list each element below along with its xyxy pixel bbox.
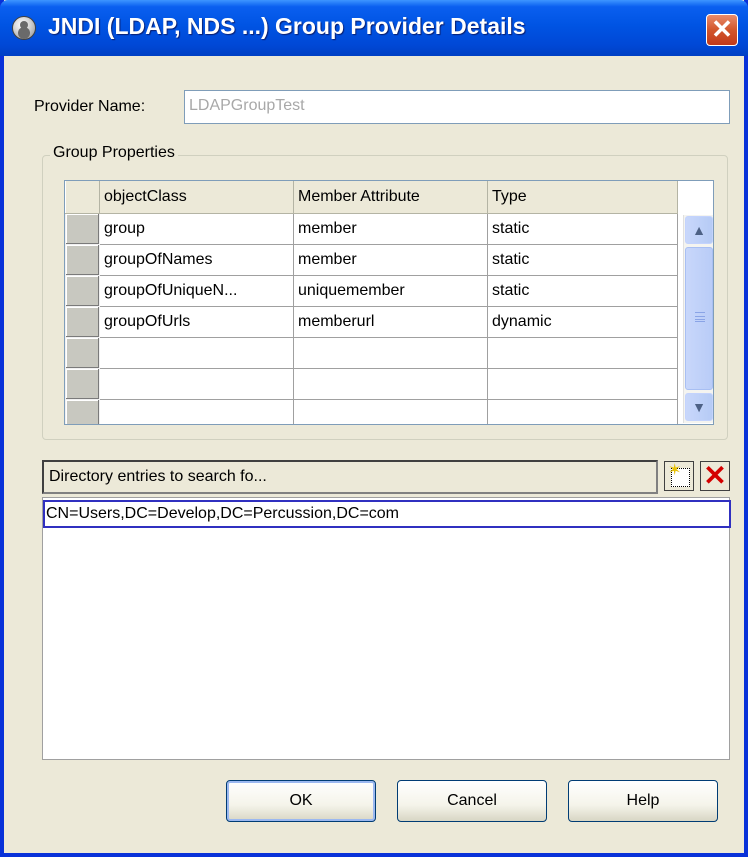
- close-button[interactable]: ✕: [706, 14, 738, 46]
- table-vertical-scrollbar[interactable]: ▲ ▼: [683, 215, 713, 423]
- group-users-icon: [12, 16, 36, 40]
- row-header[interactable]: [65, 336, 100, 369]
- ok-button[interactable]: OK: [226, 780, 376, 822]
- table-cell[interactable]: uniquemember: [293, 275, 488, 307]
- table-row[interactable]: groupOfUniqueN... uniquemember static: [65, 274, 678, 307]
- directory-entries-list: CN=Users,DC=Develop,DC=Percussion,DC=com: [42, 497, 731, 760]
- row-header[interactable]: [65, 274, 100, 307]
- table-cell[interactable]: [293, 337, 488, 369]
- grip-icon: [695, 312, 705, 322]
- delete-entry-icon[interactable]: ✕: [700, 461, 730, 491]
- table-cell[interactable]: dynamic: [487, 306, 678, 338]
- cancel-button[interactable]: Cancel: [397, 780, 547, 822]
- table-row[interactable]: [65, 398, 678, 424]
- table-cell[interactable]: [99, 399, 294, 424]
- table-cell[interactable]: [487, 337, 678, 369]
- table-row[interactable]: group member static: [65, 212, 678, 245]
- table-row[interactable]: groupOfUrls memberurl dynamic: [65, 305, 678, 338]
- row-header[interactable]: [65, 367, 100, 400]
- window-title: JNDI (LDAP, NDS ...) Group Provider Deta…: [48, 13, 526, 39]
- column-header-member-attribute[interactable]: Member Attribute: [293, 181, 488, 214]
- table-header-row: objectClass Member Attribute Type: [65, 181, 678, 214]
- row-header[interactable]: [65, 305, 100, 338]
- table-cell[interactable]: memberurl: [293, 306, 488, 338]
- table-cell[interactable]: groupOfUrls: [99, 306, 294, 338]
- table-cell[interactable]: groupOfNames: [99, 244, 294, 276]
- provider-name-field[interactable]: LDAPGroupTest: [184, 90, 730, 124]
- scroll-thumb[interactable]: [685, 247, 713, 390]
- provider-name-label: Provider Name:: [34, 98, 146, 115]
- list-item[interactable]: CN=Users,DC=Develop,DC=Percussion,DC=com: [43, 500, 731, 528]
- table-cell[interactable]: [99, 368, 294, 400]
- table-row[interactable]: [65, 336, 678, 369]
- table-row[interactable]: [65, 367, 678, 400]
- table-cell[interactable]: static: [487, 275, 678, 307]
- table-cell[interactable]: member: [293, 244, 488, 276]
- title-bar[interactable]: JNDI (LDAP, NDS ...) Group Provider Deta…: [0, 0, 748, 56]
- table-cell[interactable]: [487, 368, 678, 400]
- dialog-window: JNDI (LDAP, NDS ...) Group Provider Deta…: [0, 0, 748, 857]
- scroll-down-button[interactable]: ▼: [685, 393, 713, 421]
- table-cell[interactable]: [99, 337, 294, 369]
- column-header-type[interactable]: Type: [487, 181, 678, 214]
- table-cell[interactable]: [293, 368, 488, 400]
- table-cell[interactable]: groupOfUniqueN...: [99, 275, 294, 307]
- group-properties-legend: Group Properties: [50, 144, 178, 162]
- directory-entries-header: Directory entries to search fo...: [42, 460, 658, 494]
- column-header-objectclass[interactable]: objectClass: [99, 181, 294, 214]
- table-corner-cell[interactable]: [65, 181, 100, 214]
- group-properties-table: objectClass Member Attribute Type group …: [64, 180, 714, 425]
- row-header[interactable]: [65, 398, 100, 424]
- row-header[interactable]: [65, 243, 100, 276]
- table-cell[interactable]: member: [293, 213, 488, 245]
- table-row[interactable]: groupOfNames member static: [65, 243, 678, 276]
- scroll-up-button[interactable]: ▲: [685, 216, 713, 244]
- row-header[interactable]: [65, 212, 100, 245]
- table-cell[interactable]: [293, 399, 488, 424]
- table-cell[interactable]: group: [99, 213, 294, 245]
- table-cell[interactable]: static: [487, 213, 678, 245]
- table-cell[interactable]: [487, 399, 678, 424]
- help-button[interactable]: Help: [568, 780, 718, 822]
- new-entry-icon[interactable]: [664, 460, 694, 491]
- table-cell[interactable]: static: [487, 244, 678, 276]
